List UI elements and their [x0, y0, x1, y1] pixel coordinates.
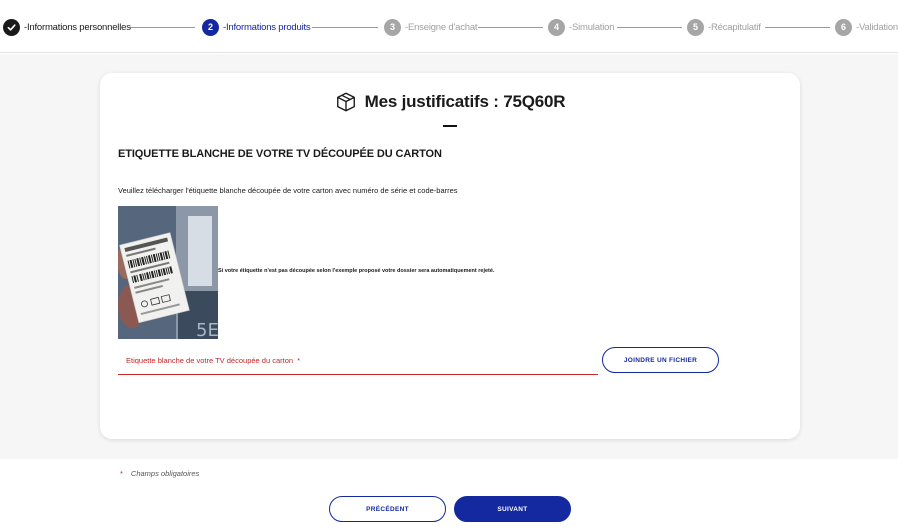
step-label: -Récapitulatif — [708, 21, 761, 33]
section-title: ETIQUETTE BLANCHE DE VOTRE TV DÉCOUPÉE D… — [118, 148, 442, 160]
step-number: 5 — [687, 18, 704, 36]
step-number: 6 — [835, 18, 852, 36]
step-recapitulatif[interactable]: 5 -Récapitulatif — [687, 18, 761, 36]
progress-stepper: -Informations personnelles 2 -Informatio… — [0, 0, 898, 53]
step-number: 3 — [384, 18, 401, 36]
attach-file-button[interactable]: JOINDRE UN FICHIER — [602, 347, 719, 373]
example-label-photo: 5E — [118, 206, 218, 339]
justificatifs-card: Mes justificatifs : 75Q60R ETIQUETTE BLA… — [100, 73, 800, 439]
step-label: -Validation — [856, 21, 898, 33]
card-header: Mes justificatifs : 75Q60R — [100, 89, 800, 115]
step-number: 2 — [202, 18, 219, 36]
step-informations-personnelles[interactable]: -Informations personnelles — [3, 18, 131, 36]
step-connector — [765, 27, 830, 28]
upload-instructions: Veuillez télécharger l'étiquette blanche… — [118, 186, 458, 195]
title-divider — [443, 125, 457, 127]
step-number: 4 — [548, 18, 565, 36]
step-connector — [478, 27, 543, 28]
required-asterisk: * — [297, 356, 300, 365]
step-informations-produits[interactable]: 2 -Informations produits — [202, 18, 311, 36]
file-field-label: Etiquette blanche de votre TV découpée d… — [126, 356, 300, 365]
previous-button[interactable]: PRÉCÉDENT — [329, 496, 446, 522]
file-upload-field[interactable]: Etiquette blanche de votre TV découpée d… — [118, 346, 598, 375]
step-label: -Informations personnelles — [24, 21, 131, 33]
step-connector — [617, 27, 682, 28]
package-box-icon — [336, 92, 355, 112]
step-simulation[interactable]: 4 -Simulation — [548, 18, 615, 36]
step-connector — [312, 27, 378, 28]
next-button[interactable]: SUIVANT — [454, 496, 571, 522]
rejection-warning: Si votre étiquette n'est pas découpée se… — [218, 268, 495, 274]
required-asterisk: * — [120, 469, 123, 478]
step-connector — [130, 27, 195, 28]
step-validation[interactable]: 6 -Validation — [835, 18, 898, 36]
step-label: -Enseigne d'achat — [405, 21, 478, 33]
step-enseigne-achat[interactable]: 3 -Enseigne d'achat — [384, 18, 478, 36]
check-icon — [3, 18, 20, 36]
required-fields-note: * Champs obligatoires — [120, 469, 200, 478]
step-label: -Informations produits — [223, 21, 311, 33]
step-label: -Simulation — [569, 21, 615, 33]
svg-text:5E: 5E — [196, 320, 218, 339]
card-title: Mes justificatifs : 75Q60R — [364, 92, 566, 111]
